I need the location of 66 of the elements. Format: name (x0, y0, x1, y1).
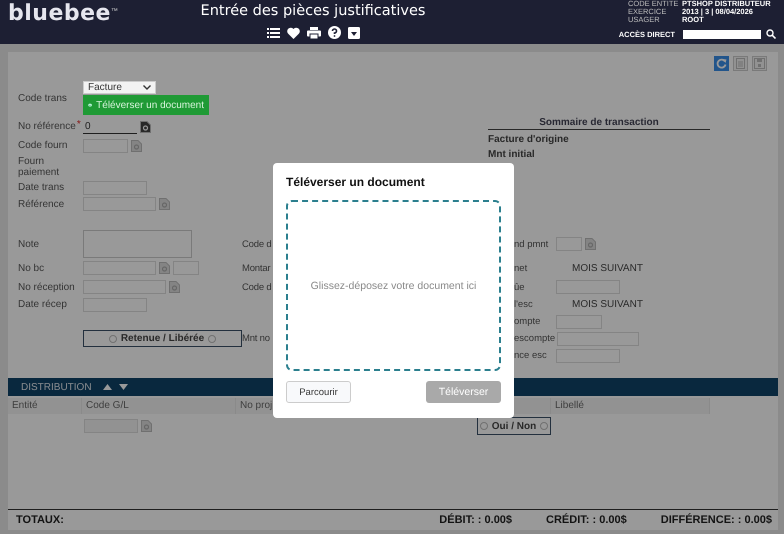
field-label: No bc (18, 262, 46, 274)
difference-total: DIFFÉRENCE: : 0.00$ (660, 514, 772, 526)
yes-no-toggle[interactable]: Oui / Non (477, 417, 551, 435)
column-header: Entité (8, 398, 82, 414)
field-label: net (513, 262, 528, 274)
summary-label: Facture d'origine (488, 134, 570, 145)
radio-button[interactable] (108, 334, 117, 342)
logo[interactable]: bluebee (8, 1, 111, 26)
drop-zone[interactable]: Glissez-déposez votre document ici (286, 200, 501, 371)
print-icon[interactable] (306, 26, 320, 38)
field-label: Code d (242, 282, 272, 292)
field-label: nd pmnt (513, 238, 550, 250)
text-field[interactable]: 0 (83, 120, 137, 134)
summary-title: Sommaire de transaction (488, 117, 710, 130)
field-label: Code trans (18, 93, 68, 104)
field-label: Note (18, 238, 40, 250)
field-label: Mnt no (242, 333, 270, 344)
totals-label: TOTAUX: (16, 514, 65, 526)
document-icon (736, 58, 745, 69)
note-field[interactable] (83, 230, 192, 258)
radio-button[interactable] (540, 422, 548, 430)
credit-total: CRÉDIT: : 0.00$ (546, 514, 627, 526)
section-title: DISTRIBUTION (21, 382, 92, 392)
page-title: Entrée des pièces justificatives (200, 3, 426, 19)
sort-down-icon[interactable] (118, 384, 128, 390)
retention-toggle[interactable]: Retenue / Libérée (83, 330, 242, 347)
column-header: Libellé (551, 398, 710, 414)
direct-access-field[interactable] (683, 30, 761, 38)
radio-button[interactable] (208, 334, 216, 342)
upload-document-button[interactable]: Téléverser un document (83, 95, 209, 115)
field-label: l'esc (513, 299, 534, 310)
field-label: Fourn paiement (18, 156, 60, 178)
debit-total: DÉBIT: : 0.00$ (439, 514, 512, 526)
list-icon[interactable] (266, 27, 280, 38)
document-button[interactable] (733, 56, 748, 71)
field-label: Référence (18, 198, 66, 210)
caret-icon (143, 85, 151, 90)
field-label: Code d (242, 238, 272, 250)
field-value: MOIS SUIVANT (571, 299, 643, 310)
field-label: escompte (513, 333, 556, 344)
refresh-icon (716, 58, 727, 69)
field-label: ûe (513, 282, 526, 292)
field-label: Code fourn (18, 140, 68, 151)
lookup-icon[interactable] (140, 120, 151, 132)
dialog-title: Téléverser un document (286, 175, 426, 189)
heart-icon[interactable] (286, 26, 300, 38)
browse-button[interactable]: Parcourir (286, 381, 351, 403)
field-label: No réception (18, 282, 76, 292)
refresh-button[interactable] (714, 56, 729, 71)
summary-label: Mnt initial (488, 149, 536, 160)
field-label: nce esc (513, 350, 548, 361)
save-icon (754, 58, 765, 69)
field-label: No référence* (18, 121, 82, 132)
code-trans-select[interactable]: Facture (83, 81, 156, 94)
sort-up-icon[interactable] (102, 384, 112, 390)
download-icon[interactable] (348, 26, 360, 38)
field-value: MOIS SUIVANT (571, 262, 643, 274)
field-label: Montar (242, 262, 270, 274)
field-label: ompte (513, 316, 542, 327)
help-icon[interactable] (328, 26, 340, 39)
search-icon[interactable] (766, 29, 776, 39)
radio-button[interactable] (480, 422, 488, 430)
save-button[interactable] (752, 56, 767, 71)
column-header: Code G/L (82, 398, 236, 414)
field-label: Date récep (18, 299, 68, 310)
field-label: Date trans (18, 182, 66, 193)
